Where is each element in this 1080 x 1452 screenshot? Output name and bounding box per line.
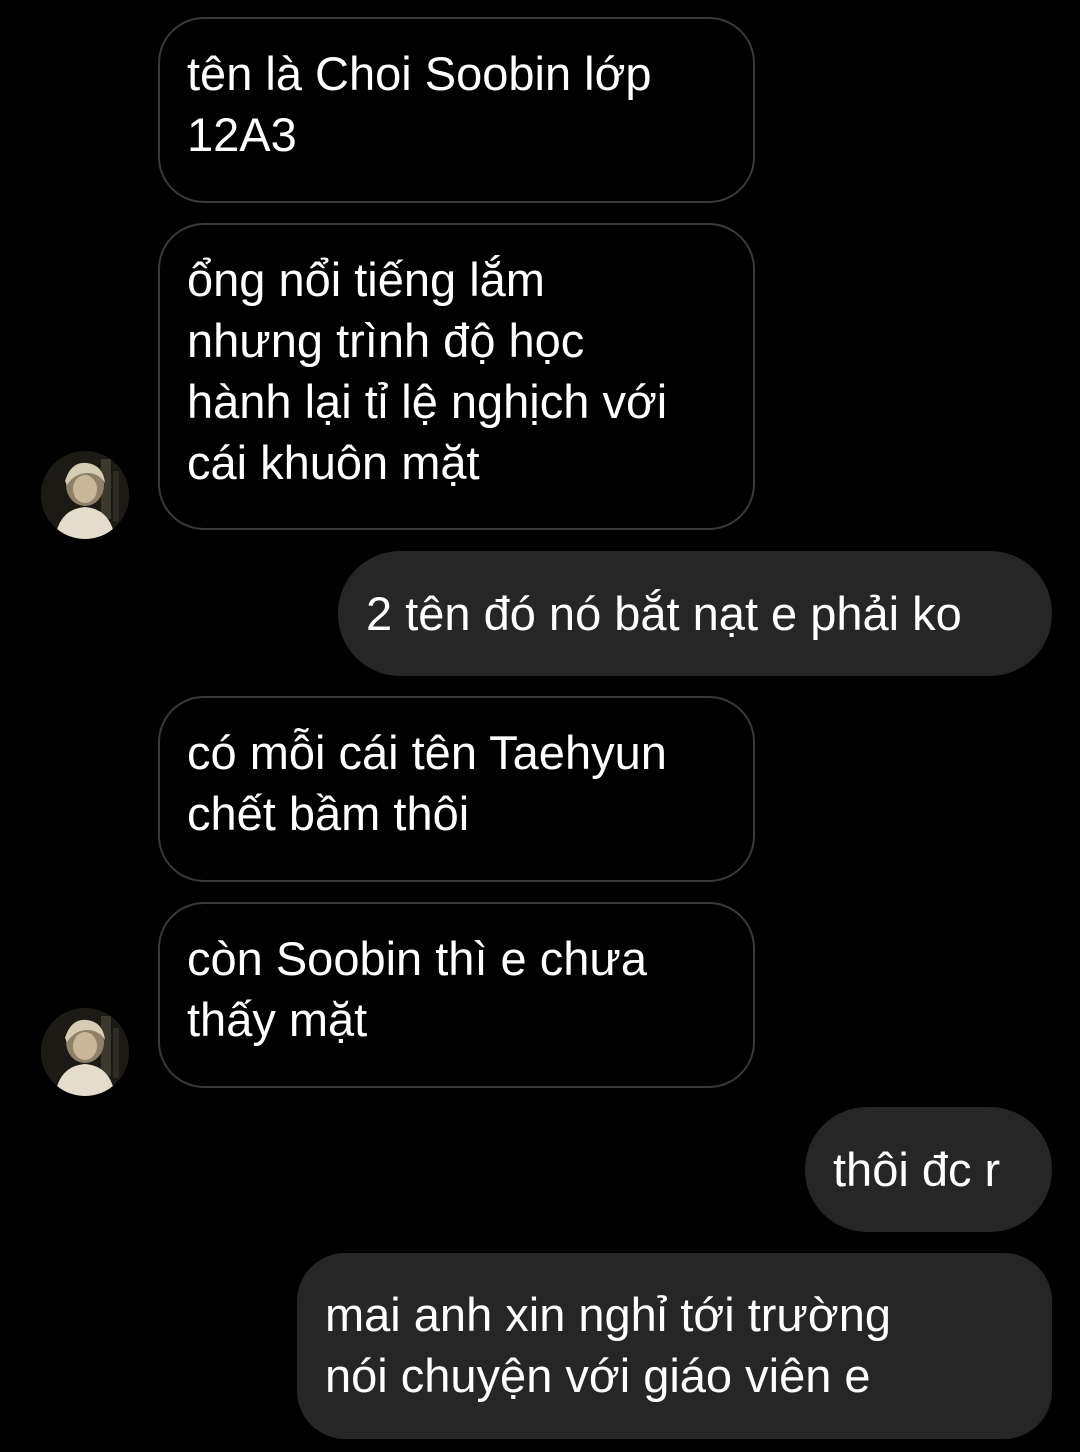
- contact-avatar[interactable]: [41, 1008, 129, 1096]
- contact-avatar[interactable]: [41, 451, 129, 539]
- message-bubble-outgoing[interactable]: mai anh xin nghỉ tới trường nói chuyện v…: [297, 1253, 1052, 1439]
- message-bubble-outgoing[interactable]: thôi đc r: [805, 1107, 1052, 1232]
- message-bubble-incoming[interactable]: có mỗi cái tên Taehyun chết bầm thôi: [158, 696, 755, 882]
- avatar-photo-icon: [41, 1008, 129, 1096]
- message-bubble-incoming[interactable]: tên là Choi Soobin lớp 12A3: [158, 17, 755, 203]
- avatar-photo-icon: [41, 451, 129, 539]
- message-bubble-incoming[interactable]: còn Soobin thì e chưa thấy mặt: [158, 902, 755, 1088]
- chat-thread: tên là Choi Soobin lớp 12A3 ổng nổi tiến…: [0, 0, 1080, 1452]
- message-bubble-outgoing[interactable]: 2 tên đó nó bắt nạt e phải ko: [338, 551, 1052, 676]
- message-bubble-incoming[interactable]: ổng nổi tiếng lắm nhưng trình độ học hàn…: [158, 223, 755, 530]
